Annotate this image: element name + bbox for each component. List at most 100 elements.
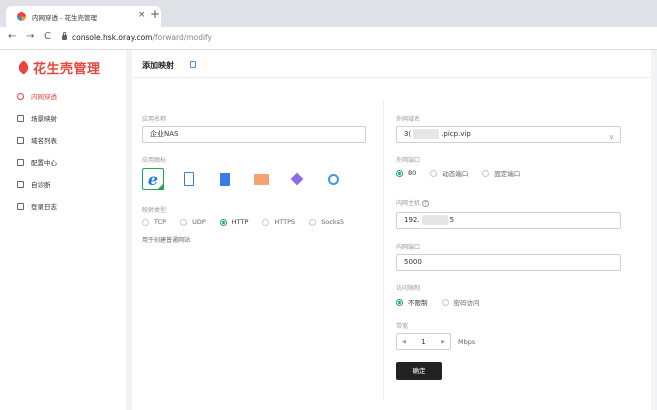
sidebar-item-label: 登录日志 (31, 203, 57, 211)
ie-icon[interactable]: e (142, 168, 164, 190)
document-icon[interactable] (190, 61, 196, 68)
tablet-icon[interactable] (178, 168, 200, 190)
domain-prefix: 3( (404, 130, 412, 138)
submit-button[interactable]: 确定 (396, 362, 442, 380)
tab-close-icon[interactable]: × (138, 10, 146, 20)
sidebar-item-login-log[interactable]: 登录日志 (0, 197, 126, 215)
peanut-logo-icon (16, 60, 31, 75)
radio-dynamic-port[interactable]: 动态端口 (430, 168, 468, 178)
forward-icon[interactable]: → (26, 31, 34, 42)
radio-dot (396, 169, 403, 177)
document-icon[interactable] (214, 168, 236, 190)
browser-tabstrip: 内网穿透 - 花生壳管理 × + (0, 0, 657, 27)
radio-socks5[interactable]: Socks5 (309, 218, 344, 226)
inner-port-label: 内网端口 (396, 244, 421, 251)
increment-icon[interactable]: ▶ (441, 339, 445, 345)
decrement-icon[interactable]: ◀ (402, 339, 406, 345)
sidebar-item-label: 域名列表 (31, 137, 57, 145)
mapping-type-label: 映射类型 (142, 207, 167, 214)
app-icon-picker: e (142, 168, 358, 190)
chevron-down-icon: ∨ (608, 133, 614, 141)
radio-dot (180, 218, 188, 226)
gear-icon (17, 92, 24, 100)
radio-dot (219, 218, 227, 226)
gem-icon[interactable] (286, 168, 308, 190)
grid-icon (17, 158, 24, 166)
radio-https[interactable]: HTTPS (262, 218, 295, 226)
code-icon[interactable] (250, 168, 272, 190)
radio-dot (430, 169, 438, 177)
app-name-label: 应用名称 (142, 116, 167, 123)
help-icon[interactable]: ? (421, 200, 429, 207)
code-glyph (253, 173, 269, 185)
radio-dot (396, 298, 403, 306)
page-title: 添加映射 (142, 61, 174, 70)
radio-udp[interactable]: UDP (180, 218, 206, 226)
main-area: 添加映射 (126, 50, 657, 410)
document-glyph (220, 172, 230, 186)
radio-fixed-port[interactable]: 固定端口 (482, 168, 520, 178)
radio-label: HTTP (231, 218, 249, 226)
tablet-glyph (184, 172, 194, 186)
new-tab-button[interactable]: + (150, 8, 160, 20)
mapping-type-radio-group: TCP UDP HTTP HTTPS Socks5 (142, 218, 358, 226)
radio-no-limit[interactable]: 不限制 (396, 297, 428, 307)
radio-http[interactable]: HTTP (219, 218, 249, 226)
redacted-block (413, 129, 440, 139)
host-prefix: 192. (404, 216, 420, 224)
host-label-text: 内网主机 (396, 200, 421, 207)
location-glyph (327, 173, 339, 185)
port-label: 外网端口 (396, 157, 421, 164)
radio-label: Socks5 (321, 218, 345, 226)
tab-title: 内网穿透 - 花生壳管理 (32, 14, 97, 22)
location-icon[interactable] (322, 168, 344, 190)
sidebar-item-label: 内网穿透 (31, 93, 57, 101)
page-header: 添加映射 (132, 50, 651, 78)
sidebar-item-intranet[interactable]: 内网穿透 (0, 87, 126, 105)
radio-label: HTTPS (274, 218, 296, 226)
host-input[interactable]: 192. 5 (396, 212, 621, 229)
logo-text: 花生壳管理 (33, 62, 101, 77)
radio-label: 密码访问 (453, 299, 480, 307)
sidebar-item-diagnose[interactable]: 自诊断 (0, 175, 126, 193)
sidebar-item-scene[interactable]: 场景映射 (0, 109, 126, 127)
app-name-input[interactable]: 企业NAS (142, 126, 366, 143)
reload-icon[interactable]: C (44, 31, 51, 42)
bandwidth-label: 带宽 (396, 323, 409, 330)
sidebar-item-label: 自诊断 (31, 181, 51, 189)
ie-glyph: e (147, 169, 159, 189)
radio-port-80[interactable]: 80 (396, 169, 416, 177)
radio-dot (309, 218, 317, 226)
back-icon[interactable]: ← (8, 31, 16, 42)
radio-label: 动态端口 (442, 170, 469, 178)
mapping-type-hint: 用于创建普通网站 (142, 237, 191, 244)
lock-icon[interactable] (62, 32, 67, 40)
browser-toolbar: ← → C console.hsk.oray.com/forward/modif… (0, 27, 657, 50)
app-icon-label: 应用图标 (142, 157, 167, 164)
host-suffix: 5 (449, 216, 455, 224)
sidebar-item-domains[interactable]: 域名列表 (0, 131, 126, 149)
radio-password-access[interactable]: 密码访问 (441, 297, 480, 307)
domain-select[interactable]: 3( .picp.vip ∨ (396, 126, 621, 143)
address-bar[interactable]: console.hsk.oray.com/forward/modify (72, 33, 212, 42)
url-path: /forward/modify (152, 33, 212, 42)
diagnose-icon (17, 180, 24, 188)
radio-label: 80 (408, 169, 417, 177)
domain-suffix: .picp.vip (441, 130, 471, 138)
favicon-icon (17, 12, 26, 21)
browser-tab[interactable]: 内网穿透 - 花生壳管理 × (6, 6, 161, 27)
radio-tcp[interactable]: TCP (142, 218, 166, 226)
scene-icon (17, 114, 24, 122)
bandwidth-value[interactable]: 1 (421, 338, 425, 346)
sidebar-item-config[interactable]: 配置中心 (0, 153, 126, 171)
logo[interactable]: 花生壳管理 (16, 58, 101, 77)
redacted-block (421, 215, 448, 225)
sidebar-item-label: 场景映射 (31, 115, 57, 123)
sidebar: 花生壳管理 内网穿透 场景映射 域名列表 配置中心 自诊断 登录日志 (0, 50, 126, 410)
port-radio-group: 80 动态端口 固定端口 (396, 168, 534, 178)
gem-glyph (290, 172, 304, 186)
radio-dot (142, 218, 149, 226)
bandwidth-stepper: ◀ 1 ▶ (396, 333, 451, 350)
column-divider (383, 100, 384, 400)
inner-port-input[interactable]: 5000 (396, 254, 621, 271)
